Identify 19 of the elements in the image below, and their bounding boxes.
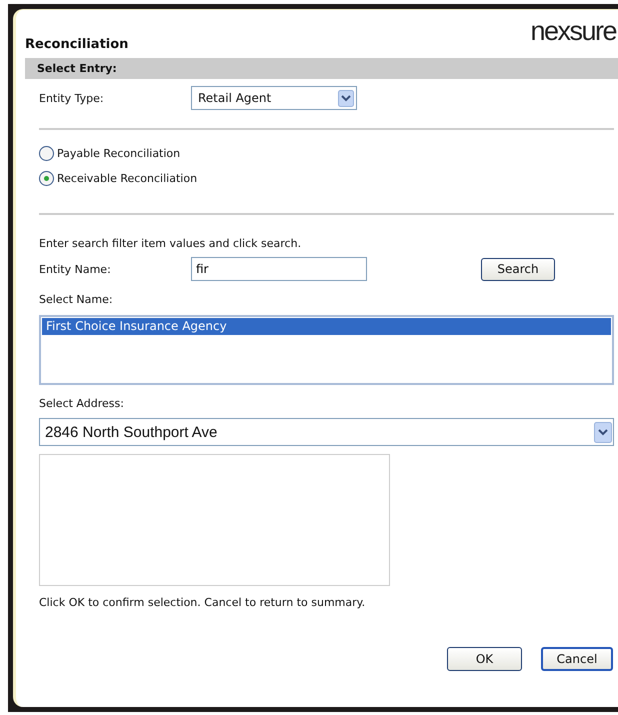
field-label: Entity Name: (39, 262, 112, 276)
radio-option[interactable]: Receivable Reconciliation (39, 166, 614, 191)
section-header: Select Entry: (25, 58, 618, 79)
instruction-text: Enter search filter item values and click search. (39, 237, 302, 250)
field-label: Entity Type: (39, 92, 105, 104)
ok-button[interactable]: OK (447, 647, 522, 671)
search-button[interactable]: Search (481, 258, 555, 280)
list-item[interactable]: First Choice Insurance Agency (42, 318, 611, 335)
instruction-text: Click OK to confirm selection. Cancel to return to summary. (39, 596, 366, 609)
cancel-button[interactable]: Cancel (541, 647, 613, 671)
entity-name-field[interactable]: fir (191, 257, 367, 281)
logo: nexsure (530, 16, 618, 47)
dialog-title: Reconciliation (25, 37, 128, 54)
address-dropdown[interactable]: 2846 North Southport Ave (39, 418, 614, 446)
name-listbox[interactable]: First Choice Insurance Agency (39, 315, 614, 385)
radio-option[interactable]: Payable Reconciliation (39, 141, 614, 166)
field-label: Select Name: (39, 293, 114, 306)
entity-type-dropdown[interactable]: Retail Agent (191, 86, 357, 110)
field-label: Select Address: (39, 397, 125, 410)
